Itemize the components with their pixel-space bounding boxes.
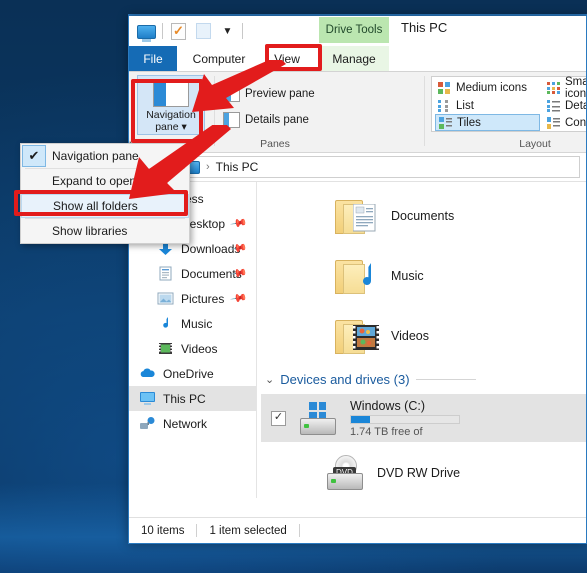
videos-icon xyxy=(157,341,174,356)
layout-details-label: Details xyxy=(565,99,586,112)
explorer-content: ck access Desktop 📌 Downloads 📌 xyxy=(129,182,586,498)
layout-details[interactable]: Details xyxy=(544,97,586,114)
list-view-icon xyxy=(438,99,451,112)
monitor-icon[interactable] xyxy=(137,25,156,42)
status-bar: 10 items 1 item selected xyxy=(129,517,586,543)
layout-list[interactable]: List xyxy=(435,97,540,114)
pictures-icon xyxy=(157,291,174,306)
sidebar-item-label: OneDrive xyxy=(163,366,214,381)
annotation-box-show-all-folders xyxy=(14,190,188,216)
layout-tiles-label: Tiles xyxy=(457,116,481,129)
devices-section-header[interactable]: ⌄ Devices and drives (3) xyxy=(265,372,476,387)
drive-checkbox[interactable]: ✓ xyxy=(271,410,286,426)
file-tile-videos[interactable]: Videos xyxy=(335,318,429,354)
drive-free-space: 1.74 TB free of xyxy=(350,425,423,438)
sidebar-item-this-pc[interactable]: This PC xyxy=(129,386,256,411)
pin-icon[interactable]: 📌 xyxy=(230,214,249,233)
quick-access-toolbar: ▼ xyxy=(137,21,243,42)
layout-medium-icons[interactable]: Medium icons xyxy=(435,79,540,96)
file-tile-label: Music xyxy=(391,269,424,283)
content-view-icon xyxy=(547,116,560,129)
devices-section-label: Devices and drives (3) xyxy=(280,372,410,387)
menu-item-label: Show libraries xyxy=(52,224,128,238)
drive-row-dvd-rw[interactable]: DVD DVD RW Drive xyxy=(261,450,586,496)
dvd-drive-icon: DVD xyxy=(323,455,367,491)
layout-small-icons-label: Small icons xyxy=(565,75,587,100)
onedrive-icon xyxy=(139,366,156,381)
annotation-box-view-tab xyxy=(265,44,322,71)
drive-capacity-bar xyxy=(350,414,460,424)
contextual-tab-group-header: Drive Tools xyxy=(319,17,389,43)
documents-folder-icon xyxy=(335,198,379,234)
properties-icon[interactable] xyxy=(171,22,186,40)
windows-drive-icon xyxy=(296,400,340,436)
sidebar-item-pictures[interactable]: Pictures 📌 xyxy=(129,286,256,311)
layout-small-icons[interactable]: Small icons xyxy=(544,76,586,100)
sidebar-item-onedrive[interactable]: OneDrive xyxy=(129,361,256,386)
sidebar-item-label: Network xyxy=(163,416,208,431)
small-icons-icon xyxy=(547,81,560,94)
ribbon-group-layout: Medium icons Small icons List xyxy=(425,72,587,152)
file-list-pane: Documents Music Videos ⌄ Devices and dri… xyxy=(257,182,586,498)
window-title: This PC xyxy=(401,20,448,35)
qat-divider-2 xyxy=(242,23,243,39)
file-tile-music[interactable]: Music xyxy=(335,258,424,294)
status-divider-2 xyxy=(298,524,300,537)
annotation-box-navigation-pane-button xyxy=(131,79,203,143)
sidebar-item-documents[interactable]: Documents 📌 xyxy=(129,261,256,286)
layout-content[interactable]: Content xyxy=(544,114,587,131)
file-tile-label: Documents xyxy=(391,209,455,223)
videos-folder-icon xyxy=(335,318,379,354)
status-divider-1 xyxy=(196,524,198,537)
layout-content-label: Content xyxy=(565,116,587,129)
drive-info: Windows (C:) 1.74 TB free of xyxy=(350,399,460,438)
status-selection: 1 item selected xyxy=(209,524,287,537)
sidebar-item-label: Music xyxy=(181,316,213,331)
drive-name: Windows (C:) xyxy=(350,398,426,413)
section-divider xyxy=(415,379,476,380)
network-icon xyxy=(139,416,156,431)
tiles-view-icon xyxy=(439,116,452,129)
sidebar-item-label: Videos xyxy=(181,341,218,356)
status-items-count: 10 items xyxy=(141,524,185,537)
sidebar-item-network[interactable]: Network xyxy=(129,411,256,436)
tab-manage[interactable]: Manage xyxy=(319,46,389,71)
drive-row-windows-c[interactable]: ✓ Windows (C:) 1.74 TB free of xyxy=(261,394,586,442)
sidebar-item-label: This PC xyxy=(163,391,206,406)
details-pane-label: Details pane xyxy=(245,114,309,126)
title-bar: ▼ Drive Tools This PC xyxy=(129,16,586,46)
customize-qat-caret-icon[interactable]: ▼ xyxy=(219,23,236,40)
qat-divider xyxy=(162,23,163,39)
drive-name: DVD RW Drive xyxy=(377,466,461,480)
pin-icon[interactable]: 📌 xyxy=(230,289,249,308)
file-tile-label: Videos xyxy=(391,329,429,343)
music-folder-icon xyxy=(335,258,379,294)
chevron-down-icon[interactable]: ⌄ xyxy=(265,373,274,386)
music-icon xyxy=(157,316,174,331)
sidebar-item-videos[interactable]: Videos xyxy=(129,336,256,361)
sidebar-item-label: Pictures xyxy=(181,291,225,306)
ribbon-group-label-layout: Layout xyxy=(519,138,551,150)
documents-icon xyxy=(157,266,174,281)
layout-list-label: List xyxy=(456,99,474,112)
this-pc-icon xyxy=(139,391,156,406)
medium-icons-icon xyxy=(438,81,451,94)
checkbox-unchecked-icon xyxy=(22,220,46,242)
sidebar-item-music[interactable]: Music xyxy=(129,311,256,336)
checkbox-unchecked-icon xyxy=(22,170,46,192)
tab-file[interactable]: File xyxy=(129,46,177,71)
menu-item-show-libraries[interactable]: Show libraries xyxy=(21,219,189,243)
layout-gallery: Medium icons Small icons List xyxy=(431,76,587,132)
checkbox-checked-icon: ✔ xyxy=(22,145,46,167)
details-view-icon xyxy=(547,99,560,112)
layout-tiles[interactable]: Tiles xyxy=(435,114,540,131)
file-tile-documents[interactable]: Documents xyxy=(335,198,454,234)
new-folder-icon[interactable] xyxy=(196,23,211,39)
layout-medium-icons-label: Medium icons xyxy=(456,81,527,94)
